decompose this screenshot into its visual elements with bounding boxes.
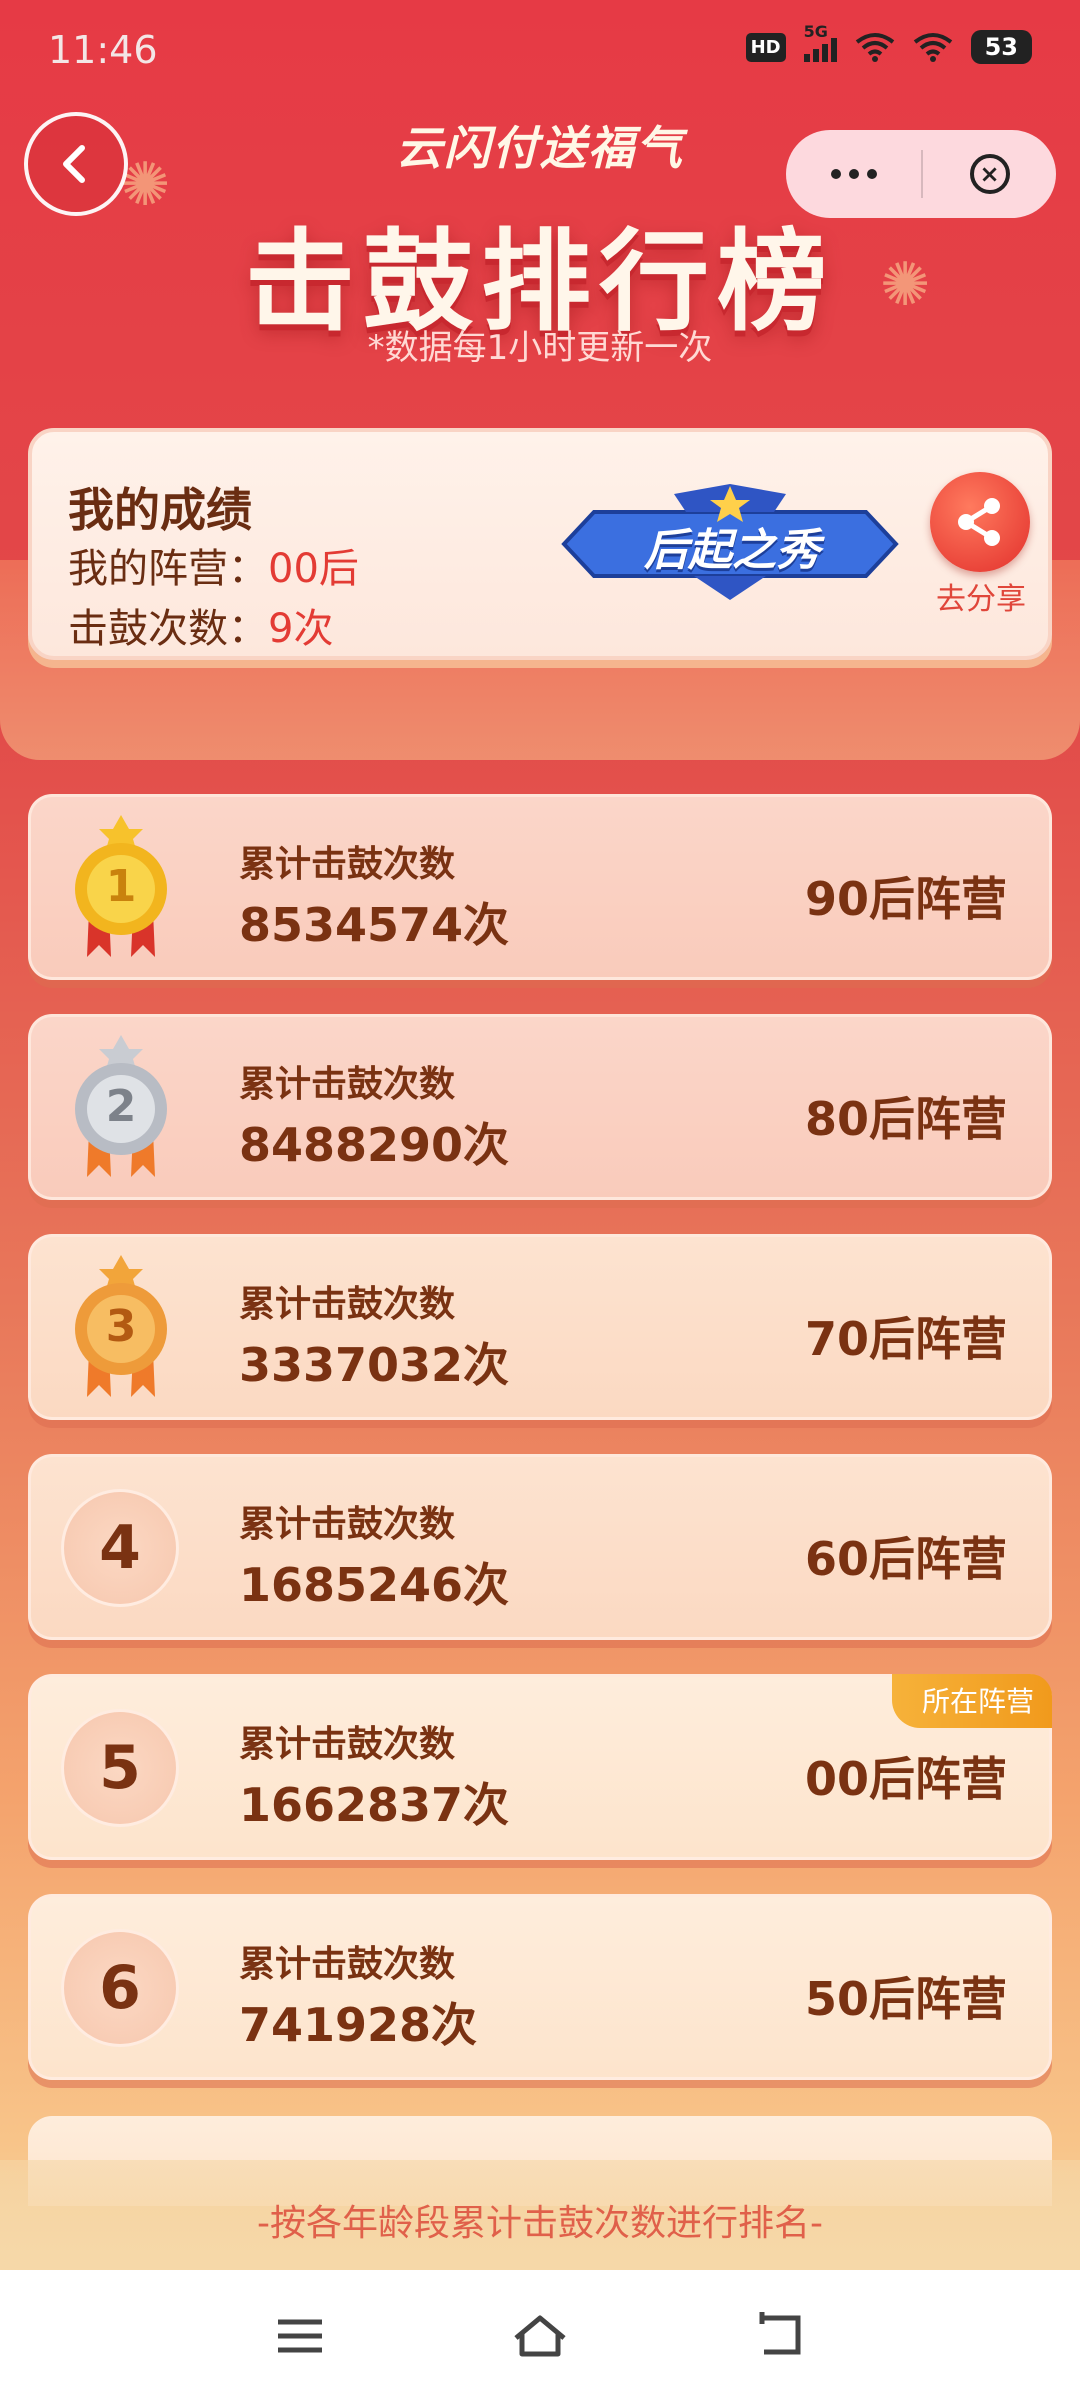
status-icons: HD 5G 53 (745, 22, 1032, 64)
signal-icon: 5G (803, 22, 837, 62)
rank-camp: 90后阵营 (804, 872, 1007, 926)
rank-camp: 50后阵营 (804, 1972, 1007, 2026)
wifi-icon-2 (913, 33, 952, 62)
rank-count: 1662837次 (239, 1778, 510, 1832)
rank-count: 8488290次 (239, 1118, 510, 1172)
wifi-icon (855, 33, 894, 62)
ranking-row-1: 1 累计击鼓次数 8534574次 90后阵营 (28, 794, 1052, 980)
rank-camp: 80后阵营 (804, 1092, 1007, 1146)
my-count-row: 击鼓次数：9次 (68, 596, 333, 654)
close-circle-icon: × (969, 154, 1010, 194)
rank-label: 累计击鼓次数 (239, 1504, 456, 1545)
rank-count: 8534574次 (239, 898, 510, 952)
my-score-card: 我的成绩 我的阵营：00后 击鼓次数：9次 后起之秀 去分享 (28, 428, 1052, 660)
my-camp-label: 我的阵营： (68, 546, 268, 592)
rank-number: 4 (61, 1489, 179, 1607)
rank-label: 累计击鼓次数 (239, 1064, 456, 1105)
status-time: 11:46 (48, 28, 158, 72)
rank-count: 3337032次 (239, 1338, 510, 1392)
share-button[interactable] (930, 472, 1030, 572)
home-icon[interactable] (510, 2308, 570, 2364)
my-score-title: 我的成绩 (68, 483, 252, 537)
rank-camp: 00后阵营 (804, 1752, 1007, 1806)
system-nav-bar (0, 2270, 1080, 2400)
rank-label: 累计击鼓次数 (239, 844, 456, 885)
ranking-footnote: -按各年龄段累计击鼓次数进行排名- (0, 2160, 1080, 2270)
hd-icon: HD (745, 32, 786, 62)
my-count-label: 击鼓次数： (68, 606, 268, 652)
status-bar: 11:46 HD 5G 53 (0, 0, 1080, 100)
more-dots-icon (830, 169, 841, 179)
more-button[interactable] (786, 169, 921, 179)
battery-icon: 53 (970, 30, 1032, 64)
ranking-row-4: 4 累计击鼓次数 1685246次 60后阵营 (28, 1454, 1052, 1640)
close-button[interactable]: × (923, 154, 1056, 194)
rank-number: 6 (61, 1929, 179, 2047)
rank-number: 2 (105, 1081, 137, 1132)
share-icon (958, 498, 1000, 546)
rank-camp: 70后阵营 (804, 1312, 1007, 1366)
network-type: 5G (803, 22, 828, 41)
share-label[interactable]: 去分享 (906, 574, 1056, 618)
ranking-row-6: 6 累计击鼓次数 741928次 50后阵营 (28, 1894, 1052, 2080)
my-camp-tag: 所在阵营 (891, 1674, 1052, 1728)
my-camp-value: 00后 (268, 546, 359, 592)
rank-number: 3 (105, 1301, 137, 1352)
rank-count: 1685246次 (239, 1558, 510, 1612)
rank-label: 累计击鼓次数 (239, 1944, 456, 1985)
my-camp-row: 我的阵营：00后 (68, 536, 359, 594)
rank-camp: 60后阵营 (804, 1532, 1007, 1586)
rank-label: 累计击鼓次数 (239, 1284, 456, 1325)
menu-icon[interactable] (270, 2308, 330, 2364)
rank-count: 741928次 (239, 1998, 478, 2052)
back-icon[interactable] (750, 2308, 810, 2364)
rank-number: 1 (105, 861, 137, 912)
my-count-value: 9次 (268, 606, 334, 652)
rank-number: 5 (61, 1709, 179, 1827)
ranking-row-3: 3 累计击鼓次数 3337032次 70后阵营 (28, 1234, 1052, 1420)
ranking-row-5: 所在阵营 5 累计击鼓次数 1662837次 00后阵营 (28, 1674, 1052, 1860)
badge-text: 后起之秀 (644, 525, 820, 576)
page-subtitle: *数据每1小时更新一次 (367, 328, 713, 368)
ranking-row-2: 2 累计击鼓次数 8488290次 80后阵营 (28, 1014, 1052, 1200)
rank-label: 累计击鼓次数 (239, 1724, 456, 1765)
